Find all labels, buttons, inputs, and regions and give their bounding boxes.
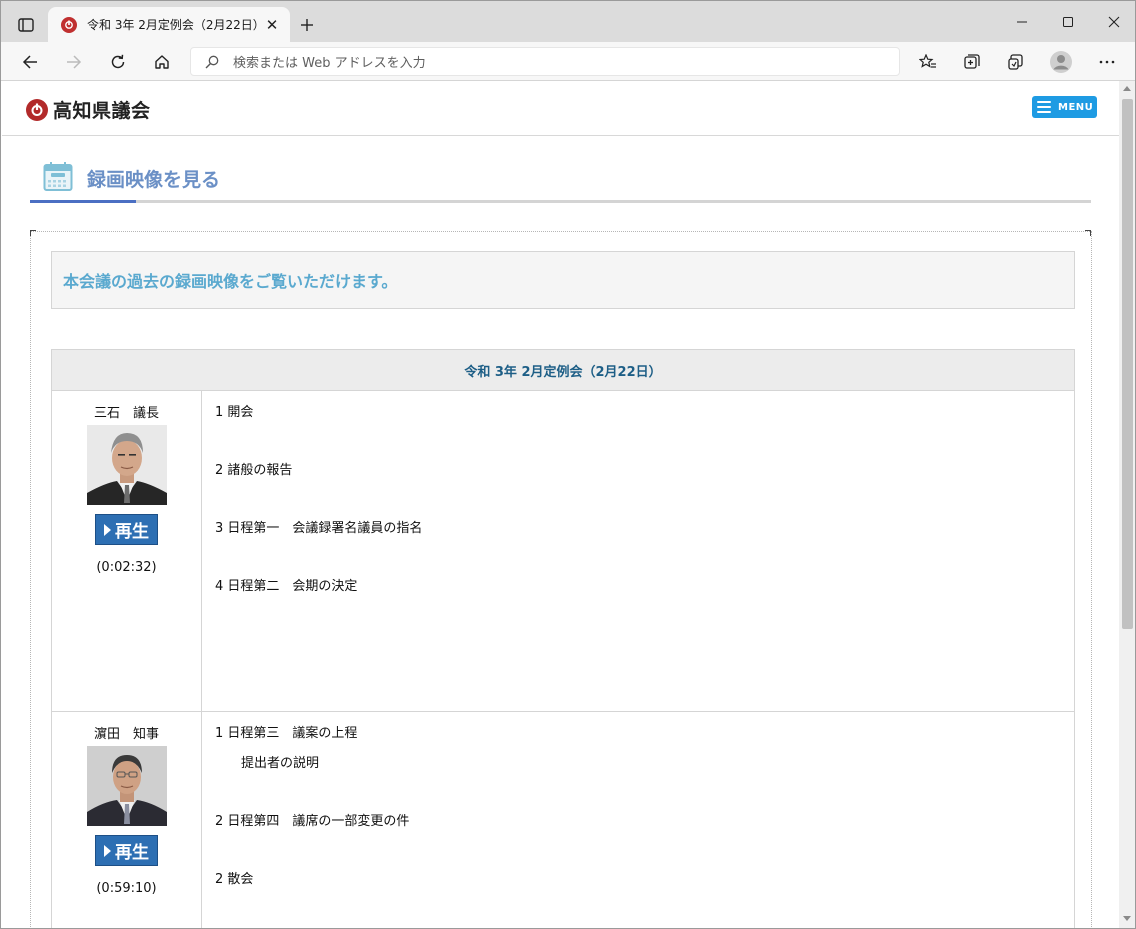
settings-more-button[interactable] xyxy=(1093,48,1121,76)
tab-bar: 令和 3年 2月定例会（2月22日） ✕ xyxy=(1,1,1135,42)
tab-title: 令和 3年 2月定例会（2月22日） xyxy=(87,18,259,32)
video-duration: (0:59:10) xyxy=(96,881,157,896)
speaker-cell: 濵田 知事 再生 (0:59:10) xyxy=(52,712,202,928)
intro-box: 本会議の過去の録画映像をご覧いただけます。 xyxy=(51,251,1075,309)
minimize-button[interactable] xyxy=(999,1,1045,42)
search-icon xyxy=(203,53,221,71)
agenda-item: 1 開会 xyxy=(215,405,254,420)
table-row: 三石 議長 再生 (0:02:32) 1 開会 2 諸般の報告 3 日程第一 会… xyxy=(52,391,1074,712)
video-duration: (0:02:32) xyxy=(96,560,157,575)
table-row: 濵田 知事 再生 (0:59:10) 1 日程第三 議案の上程 提出者の説明 2… xyxy=(52,712,1074,928)
minimize-icon xyxy=(1017,21,1027,22)
session-title-row: 令和 3年 2月定例会（2月22日） xyxy=(52,350,1074,391)
agenda-item: 3 日程第一 会議録署名議員の指名 xyxy=(215,521,423,536)
speaker-photo xyxy=(86,425,167,505)
more-dots-icon xyxy=(1099,60,1115,64)
maximize-button[interactable] xyxy=(1045,1,1091,42)
play-icon xyxy=(104,844,111,857)
page-viewport: 高知県議会 MENU 録画映像を見る 本会議の過去の録画映像をご覧いただけます。… xyxy=(2,81,1119,928)
speaker-name: 三石 議長 xyxy=(93,406,159,421)
browser-toolbar: 検索または Web アドレスを入力 xyxy=(1,42,1135,81)
menu-button[interactable]: MENU xyxy=(1032,96,1097,118)
play-button[interactable]: 再生 xyxy=(95,835,158,866)
browser-tab[interactable]: 令和 3年 2月定例会（2月22日） ✕ xyxy=(48,7,290,42)
close-window-button[interactable] xyxy=(1091,1,1135,42)
address-placeholder: 検索または Web アドレスを入力 xyxy=(233,56,426,71)
home-button[interactable] xyxy=(148,48,176,76)
site-header: 高知県議会 MENU xyxy=(2,81,1119,136)
hamburger-icon xyxy=(1037,101,1051,113)
avatar-icon xyxy=(1050,51,1072,73)
agenda-item: 2 日程第四 議席の一部変更の件 xyxy=(215,814,410,829)
page-title: 録画映像を見る xyxy=(87,169,221,191)
session-table: 令和 3年 2月定例会（2月22日） 三石 議長 再生 (0:02:32) 1 … xyxy=(51,349,1075,928)
site-logo[interactable]: 高知県議会 xyxy=(26,96,151,123)
favorites-button[interactable] xyxy=(914,48,942,76)
collections-button[interactable] xyxy=(958,48,986,76)
scrollbar-thumb[interactable] xyxy=(1122,99,1133,629)
favorites-star-icon xyxy=(919,54,936,68)
browser-window: 令和 3年 2月定例会（2月22日） ✕ 検索または Web アドレスを入力 高… xyxy=(0,0,1136,929)
site-logo-text: 高知県議会 xyxy=(53,100,151,122)
refresh-icon xyxy=(111,54,125,69)
frame-corner-top-left xyxy=(30,230,36,236)
intro-text: 本会議の過去の録画映像をご覧いただけます。 xyxy=(63,272,398,291)
section-heading: 録画映像を見る xyxy=(30,159,1091,203)
menu-label: MENU xyxy=(1058,101,1094,113)
agenda-cell: 1 開会 2 諸般の報告 3 日程第一 会議録署名議員の指名 4 日程第二 会期… xyxy=(202,391,1074,711)
play-icon xyxy=(104,523,111,536)
agenda-cell: 1 日程第三 議案の上程 提出者の説明 2 日程第四 議席の一部変更の件 2 散… xyxy=(202,712,1074,928)
agenda-item-subtext: 提出者の説明 xyxy=(241,756,320,771)
essentials-icon xyxy=(1008,54,1023,70)
back-arrow-icon xyxy=(22,55,37,69)
scroll-up-icon[interactable] xyxy=(1123,86,1131,91)
refresh-button[interactable] xyxy=(104,48,132,76)
play-button[interactable]: 再生 xyxy=(95,514,158,545)
session-title: 令和 3年 2月定例会（2月22日） xyxy=(464,364,662,380)
agenda-item: 1 日程第三 議案の上程 提出者の説明 xyxy=(215,726,1074,772)
agenda-item-text: 1 日程第三 議案の上程 xyxy=(215,726,358,741)
tab-actions-button[interactable] xyxy=(13,14,39,36)
agenda-item: 4 日程第二 会期の決定 xyxy=(215,579,358,594)
play-label: 再生 xyxy=(115,522,149,542)
profile-button[interactable] xyxy=(1047,48,1075,76)
speaker-name: 濵田 知事 xyxy=(93,727,159,742)
agenda-item: 2 諸般の報告 xyxy=(215,463,293,478)
address-bar[interactable]: 検索または Web アドレスを入力 xyxy=(190,47,900,76)
close-icon xyxy=(1108,16,1120,27)
play-label: 再生 xyxy=(115,843,149,863)
browser-essentials-button[interactable] xyxy=(1002,48,1030,76)
forward-arrow-icon xyxy=(67,55,82,69)
assembly-emblem-icon xyxy=(26,98,48,121)
page-scrollbar[interactable] xyxy=(1119,81,1135,928)
maximize-icon xyxy=(1063,16,1073,27)
tab-close-icon[interactable]: ✕ xyxy=(265,16,279,34)
speaker-photo xyxy=(86,746,167,826)
scroll-down-icon[interactable] xyxy=(1123,916,1131,921)
collections-icon xyxy=(964,54,980,69)
site-favicon-icon xyxy=(61,16,77,33)
back-button[interactable] xyxy=(16,48,44,76)
frame-corner-top-right xyxy=(1085,230,1091,236)
plus-icon xyxy=(301,19,313,31)
speaker-cell: 三石 議長 再生 (0:02:32) xyxy=(52,391,202,711)
heading-accent-bar xyxy=(30,200,136,203)
home-icon xyxy=(155,55,169,69)
calendar-icon xyxy=(43,162,73,191)
new-tab-button[interactable] xyxy=(296,14,318,36)
forward-button[interactable] xyxy=(60,48,88,76)
tab-actions-icon xyxy=(18,18,34,32)
agenda-item: 2 散会 xyxy=(215,872,254,887)
